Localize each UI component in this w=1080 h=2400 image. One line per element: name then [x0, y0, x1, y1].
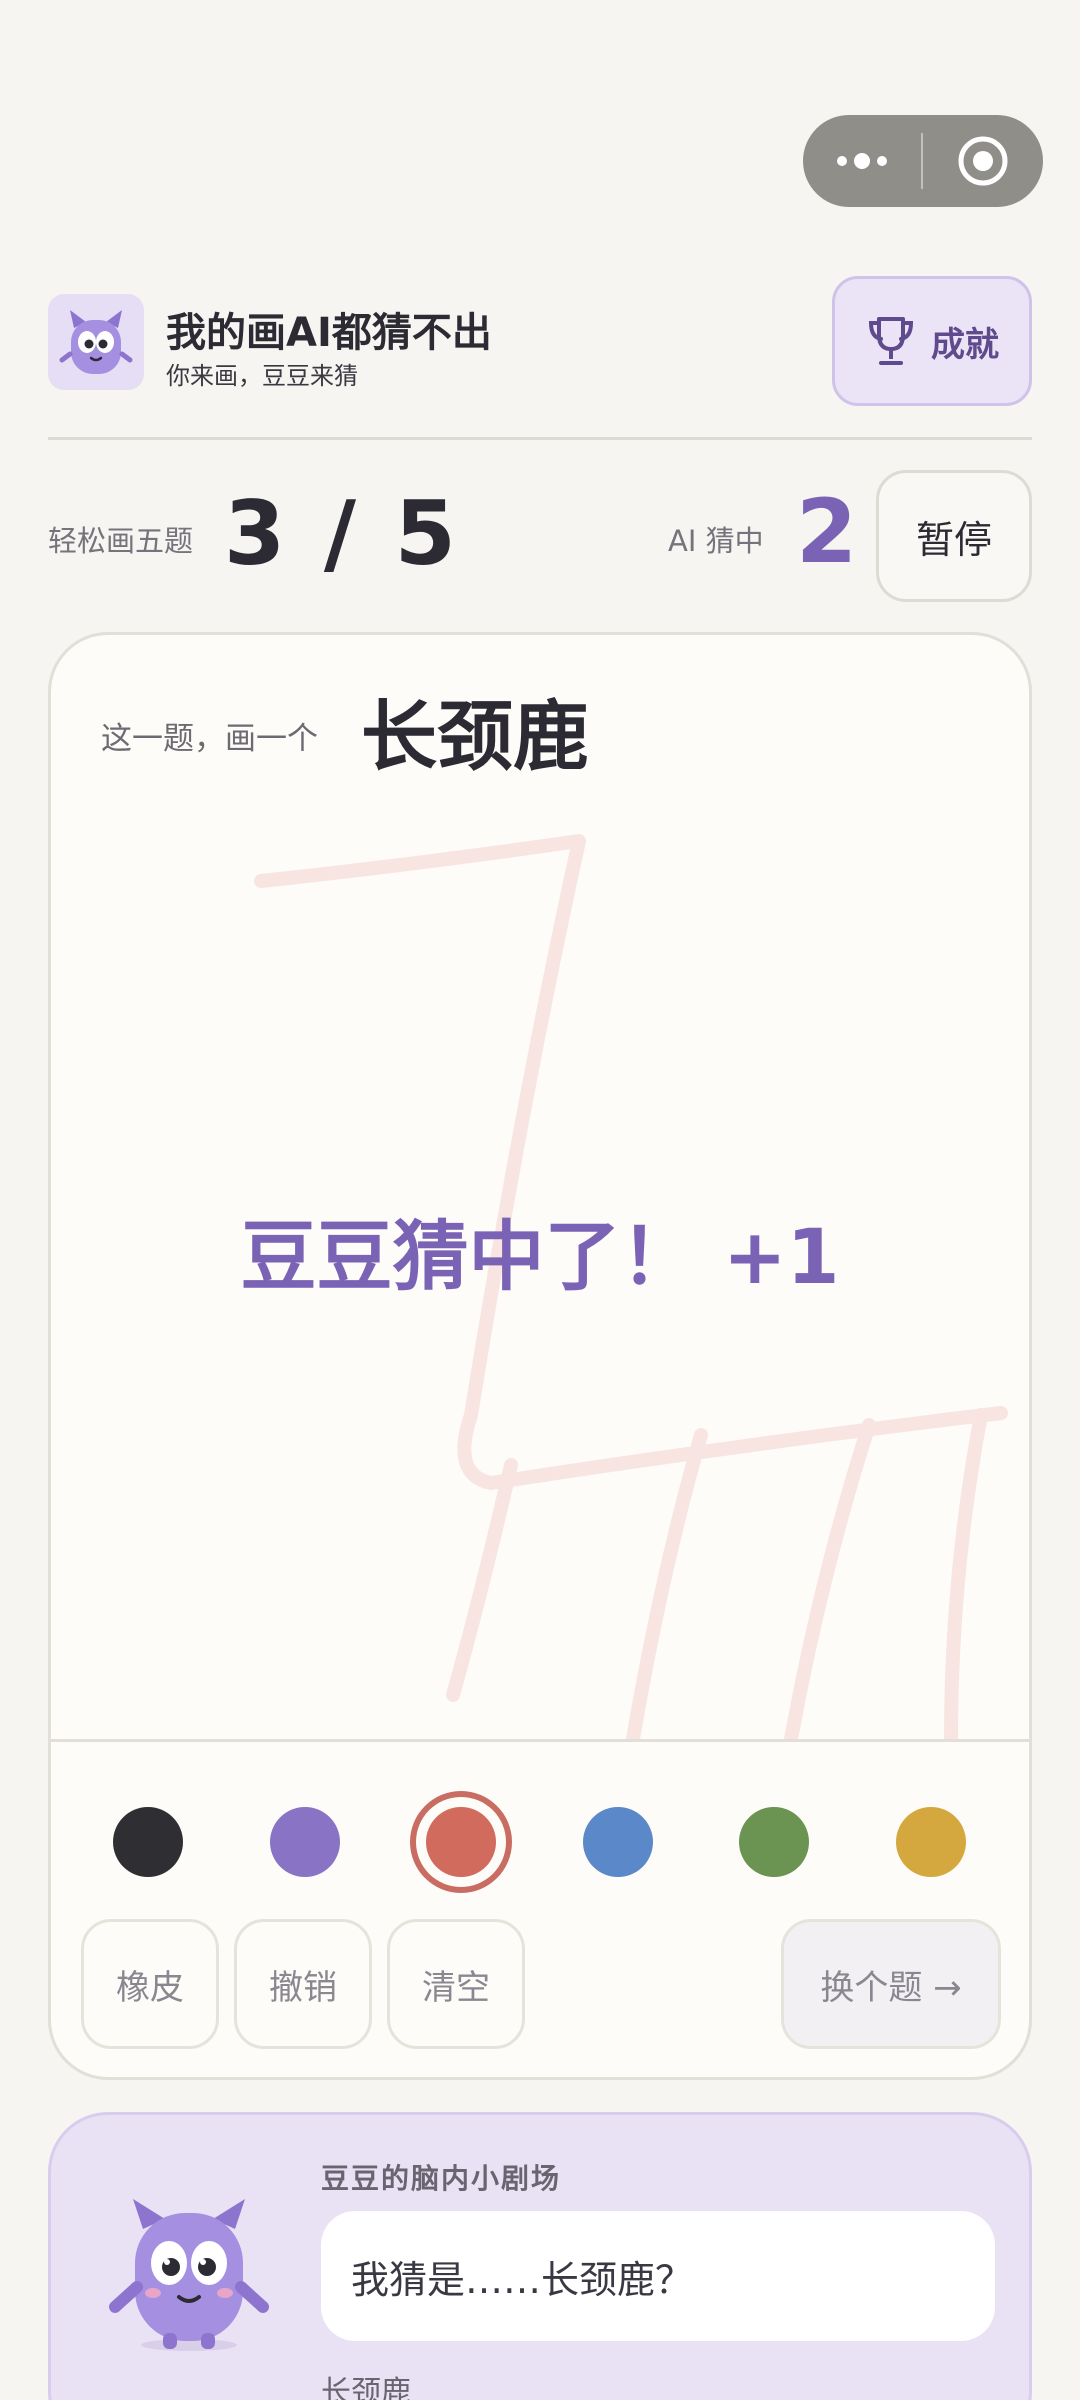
target-close-icon: [958, 136, 1008, 186]
prompt-prefix: 这一题，画一个: [101, 721, 318, 757]
thought-bubble: 我猜是……长颈鹿？: [321, 2211, 995, 2341]
undo-button[interactable]: 撤销: [234, 1919, 372, 2049]
trophy-icon: [868, 317, 914, 365]
color-swatch[interactable]: [582, 1807, 653, 1877]
close-miniprogram-button[interactable]: [923, 115, 1043, 207]
app-header: 我的画AI都猜不出 你来画，豆豆来猜 成就: [48, 276, 1032, 406]
color-swatch[interactable]: [895, 1807, 966, 1877]
color-swatch[interactable]: [739, 1807, 809, 1877]
miniprogram-capsule: [803, 115, 1043, 207]
mode-label: 轻松画五题: [48, 524, 194, 558]
app-subtitle: 你来画，豆豆来猜: [166, 362, 358, 390]
mascot-icon: [109, 2199, 269, 2351]
thought-answer: 长颈鹿: [321, 2375, 411, 2400]
mascot-logo-icon: [59, 310, 133, 374]
ai-correct-count: 2: [796, 480, 858, 583]
color-swatch[interactable]: [269, 1807, 340, 1877]
header-divider: [48, 437, 1032, 440]
clear-button[interactable]: 清空: [387, 1919, 525, 2049]
more-button[interactable]: [803, 115, 921, 207]
skip-prompt-button[interactable]: 换个题 →: [781, 1919, 1001, 2049]
guess-result-banner: 豆豆猜中了！ +1: [240, 1212, 840, 1301]
drawing-card: 这一题，画一个 长颈鹿 豆豆猜中了！ +1 橡皮 撤销 清空 换个题 →: [48, 632, 1032, 2080]
app-title: 我的画AI都猜不出: [166, 310, 492, 356]
toolbar-divider: [51, 1739, 1029, 1742]
ai-thought-panel: 豆豆的脑内小剧场 我猜是……长颈鹿？ 长颈鹿: [48, 2112, 1032, 2400]
eraser-button[interactable]: 橡皮: [81, 1919, 219, 2049]
prompt-word: 长颈鹿: [361, 692, 589, 781]
color-palette: [51, 1785, 1029, 1895]
app-logo: [48, 294, 144, 390]
color-swatch[interactable]: [113, 1807, 183, 1877]
achievement-label: 成就: [931, 324, 999, 365]
color-swatch[interactable]: [426, 1807, 496, 1877]
ai-correct-label: AI 猜中: [668, 524, 764, 558]
achievement-button[interactable]: 成就: [832, 276, 1032, 406]
pause-button[interactable]: 暂停: [876, 470, 1032, 602]
thought-title: 豆豆的脑内小剧场: [321, 2162, 562, 2195]
round-counter: 3 / 5: [224, 482, 460, 585]
drawing-canvas[interactable]: [51, 635, 1032, 1739]
progress-row: 轻松画五题 3 / 5 AI 猜中 2 暂停: [48, 470, 1032, 602]
more-dots-icon: [837, 153, 887, 169]
